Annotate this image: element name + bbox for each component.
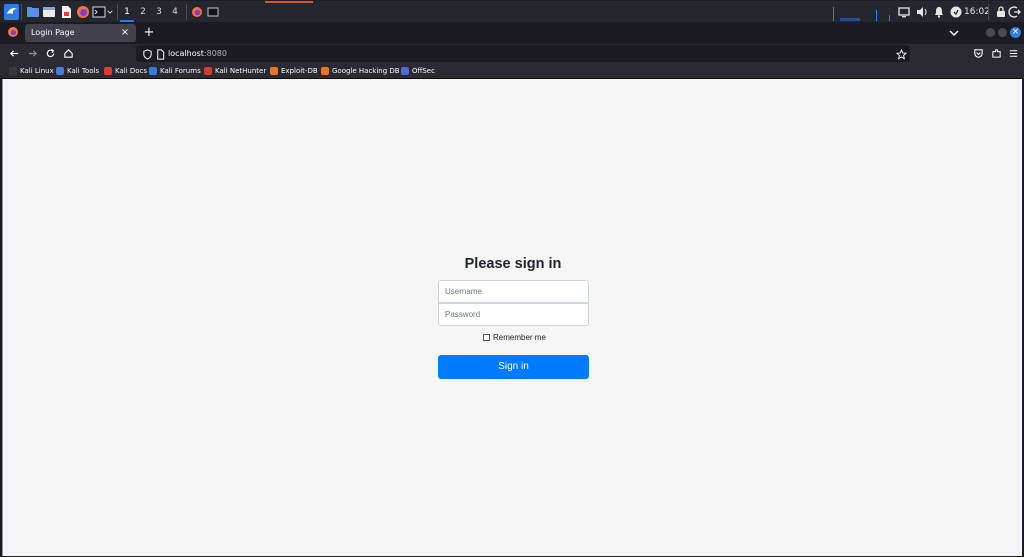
updates-icon[interactable]: [949, 5, 963, 19]
panel-accent: [265, 1, 313, 3]
bookmarks-bar: Kali Linux Kali Tools Kali Docs Kali For…: [0, 63, 1024, 79]
cpu-graph: [833, 7, 890, 21]
bookmark-kali-docs[interactable]: Kali Docs: [104, 65, 147, 77]
bookmark-star-icon[interactable]: [894, 47, 908, 61]
logout-icon[interactable]: [1008, 5, 1022, 19]
bookmark-label: Kali Linux: [20, 67, 54, 75]
window-close-button[interactable]: ×: [1010, 27, 1021, 38]
extensions-icon[interactable]: [989, 46, 1003, 60]
maximize-button[interactable]: [998, 28, 1007, 37]
panel-clock[interactable]: 16:02: [964, 4, 990, 20]
bookmark-google-hacking-db[interactable]: Google Hacking DB: [321, 65, 400, 77]
chevron-down-icon[interactable]: [106, 5, 114, 19]
window-firefox-icon[interactable]: [190, 5, 204, 19]
tab-title: Login Page: [31, 28, 75, 37]
display-icon[interactable]: [897, 5, 911, 19]
back-icon[interactable]: [7, 46, 21, 60]
bookmark-kali-forums[interactable]: Kali Forums: [149, 65, 201, 77]
top-panel: 1 2 3 4 16:02: [0, 0, 1024, 22]
kali-nethunter-icon: [204, 67, 212, 75]
bookmark-label: Kali Docs: [115, 67, 148, 75]
bookmark-kali-nethunter[interactable]: Kali NetHunter: [204, 65, 266, 77]
terminal-icon[interactable]: [42, 5, 56, 19]
url-port: :8080: [203, 49, 227, 58]
reload-icon[interactable]: [43, 46, 57, 60]
checkbox-icon[interactable]: [483, 334, 490, 341]
volume-icon[interactable]: [915, 5, 929, 19]
text-editor-icon[interactable]: [59, 5, 73, 19]
nav-toolbar: localhost:8080: [0, 44, 1024, 63]
username-input[interactable]: [438, 280, 589, 303]
exploit-db-icon: [270, 67, 278, 75]
bookmark-offsec[interactable]: OffSec: [401, 65, 435, 77]
menu-icon[interactable]: [1006, 46, 1020, 60]
offsec-icon: [401, 67, 409, 75]
kali-linux-icon: [9, 67, 17, 75]
panel-separator: [988, 4, 989, 20]
firefox-view-icon[interactable]: [6, 25, 20, 39]
panel-separator: [117, 4, 118, 20]
page-title: Please sign in: [464, 256, 562, 272]
kali-docs-icon: [104, 67, 112, 75]
bookmark-kali-linux[interactable]: Kali Linux: [9, 65, 54, 77]
bookmark-label: Google Hacking DB: [332, 67, 400, 75]
window-terminal-icon[interactable]: [206, 5, 220, 19]
bookmark-exploit-db[interactable]: Exploit-DB: [270, 65, 318, 77]
panel-separator: [21, 4, 22, 20]
home-icon[interactable]: [61, 46, 75, 60]
workspace-1[interactable]: 1: [120, 4, 134, 22]
file-manager-icon[interactable]: [26, 5, 40, 19]
bookmark-label: Kali Forums: [160, 67, 201, 75]
kali-forums-icon: [149, 67, 157, 75]
remember-me-checkbox[interactable]: Remember me: [483, 332, 546, 343]
tracking-protection-icon[interactable]: [140, 47, 154, 61]
bookmark-label: OffSec: [412, 67, 435, 75]
remember-me-label: Remember me: [493, 333, 546, 342]
lock-icon[interactable]: [994, 5, 1008, 19]
panel-separator: [186, 4, 187, 20]
firefox-icon[interactable]: [76, 5, 90, 19]
list-all-tabs-icon[interactable]: [947, 26, 961, 40]
kali-menu-icon[interactable]: [4, 4, 19, 20]
workspace-3[interactable]: 3: [152, 4, 166, 20]
url-bar[interactable]: localhost:8080: [136, 45, 910, 62]
bookmark-label: Exploit-DB: [281, 67, 318, 75]
url-text[interactable]: localhost:8080: [168, 45, 227, 62]
workspace-2[interactable]: 2: [136, 4, 150, 20]
notifications-icon[interactable]: [932, 5, 946, 19]
google-hacking-db-icon: [321, 67, 329, 75]
url-host: localhost: [168, 49, 204, 58]
forward-icon[interactable]: [25, 46, 39, 60]
bookmark-kali-tools[interactable]: Kali Tools: [56, 65, 99, 77]
page-info-icon[interactable]: [153, 47, 167, 61]
kali-tools-icon: [56, 67, 64, 75]
workspace-4[interactable]: 4: [168, 4, 182, 20]
tab-strip: Login Page × + ×: [0, 22, 1024, 44]
new-tab-button[interactable]: +: [142, 25, 156, 41]
bookmark-label: Kali NetHunter: [215, 67, 267, 75]
password-input[interactable]: [438, 303, 589, 326]
sign-in-button[interactable]: Sign in: [438, 355, 589, 379]
minimize-button[interactable]: [986, 28, 995, 37]
root-terminal-icon[interactable]: [92, 5, 106, 19]
pocket-icon[interactable]: [971, 46, 985, 60]
tab-close-icon[interactable]: ×: [118, 26, 132, 40]
bookmark-label: Kali Tools: [67, 67, 100, 75]
tab-login-page[interactable]: Login Page ×: [25, 24, 136, 42]
